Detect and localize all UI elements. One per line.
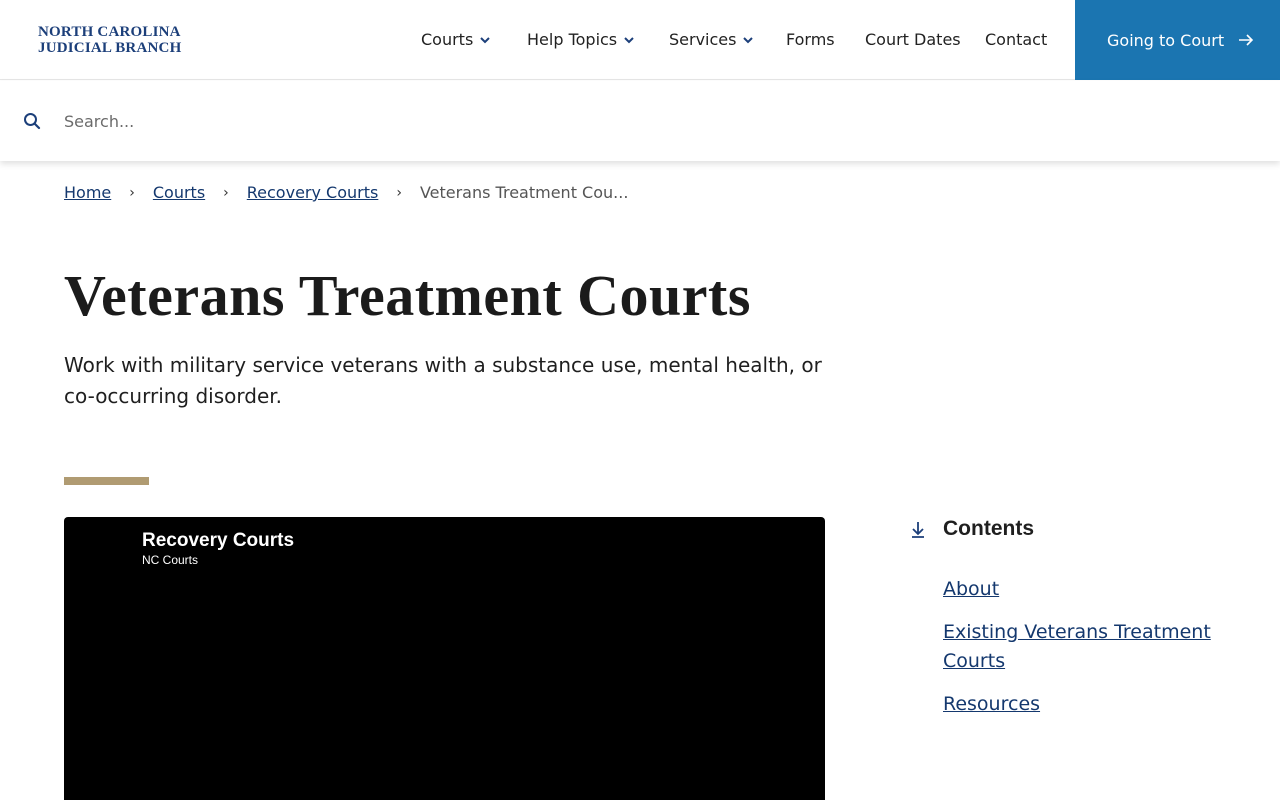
nav-court-dates-label: Court Dates bbox=[865, 30, 961, 49]
contents-link-about[interactable]: About bbox=[943, 578, 999, 600]
chevron-right-icon: › bbox=[396, 184, 402, 201]
contents-list: About Existing Veterans Treatment Courts… bbox=[943, 575, 1233, 733]
nav-courts-label: Courts bbox=[421, 30, 474, 49]
breadcrumb: Home › Courts › Recovery Courts › Vetera… bbox=[64, 183, 628, 202]
contents-item: Existing Veterans Treatment Courts bbox=[943, 618, 1233, 676]
site-logo[interactable]: NORTH CAROLINA JUDICIAL BRANCH bbox=[38, 24, 181, 56]
video-player[interactable]: Recovery Courts NC Courts bbox=[64, 517, 825, 800]
chevron-down-icon bbox=[480, 36, 491, 43]
logo-line-2: JUDICIAL BRANCH bbox=[38, 40, 182, 56]
breadcrumb-recovery-courts[interactable]: Recovery Courts bbox=[247, 183, 379, 202]
nav-help-topics[interactable]: Help Topics bbox=[527, 30, 635, 49]
chevron-down-icon bbox=[743, 36, 754, 43]
download-arrow-icon bbox=[912, 522, 924, 538]
contents-item: About bbox=[943, 575, 1233, 604]
breadcrumb-courts[interactable]: Courts bbox=[153, 183, 205, 202]
going-to-court-label: Going to Court bbox=[1107, 30, 1225, 50]
search-bar bbox=[0, 81, 1280, 161]
nav-help-topics-label: Help Topics bbox=[527, 30, 618, 49]
nav-contact-label: Contact bbox=[985, 30, 1048, 49]
search-input[interactable] bbox=[64, 109, 664, 133]
breadcrumb-current: Veterans Treatment Cou... bbox=[419, 183, 629, 202]
logo-line-1: NORTH CAROLINA bbox=[38, 24, 181, 40]
search-icon[interactable] bbox=[23, 112, 41, 130]
chevron-right-icon: › bbox=[223, 184, 229, 201]
page-lede: Work with military service veterans with… bbox=[64, 353, 822, 408]
arrow-right-icon bbox=[1239, 34, 1254, 46]
contents-heading-label: Contents bbox=[943, 517, 1034, 540]
accent-divider bbox=[64, 477, 149, 485]
nav-court-dates[interactable]: Court Dates bbox=[865, 30, 961, 49]
nav-contact[interactable]: Contact bbox=[985, 30, 1047, 49]
going-to-court-button[interactable]: Going to Court bbox=[1075, 0, 1280, 80]
nav-services[interactable]: Services bbox=[669, 30, 754, 49]
contents-item: Resources bbox=[943, 690, 1233, 719]
chevron-down-icon bbox=[624, 36, 634, 43]
video-title[interactable]: Recovery Courts bbox=[142, 530, 294, 552]
chevron-right-icon: › bbox=[129, 184, 135, 201]
video-channel[interactable]: NC Courts bbox=[142, 553, 198, 567]
nav-services-label: Services bbox=[669, 30, 737, 49]
breadcrumb-home[interactable]: Home bbox=[64, 183, 111, 202]
nav-courts[interactable]: Courts bbox=[421, 30, 491, 49]
contents-link-existing-courts[interactable]: Existing Veterans Treatment Courts bbox=[943, 621, 1211, 672]
site-header: NORTH CAROLINA JUDICIAL BRANCH Courts He… bbox=[0, 0, 1280, 80]
nav-forms[interactable]: Forms bbox=[786, 30, 835, 49]
page-title: Veterans Treatment Courts bbox=[64, 263, 751, 328]
contents-link-resources[interactable]: Resources bbox=[943, 693, 1040, 715]
contents-heading: Contents bbox=[908, 517, 1034, 541]
nav-forms-label: Forms bbox=[786, 30, 835, 49]
